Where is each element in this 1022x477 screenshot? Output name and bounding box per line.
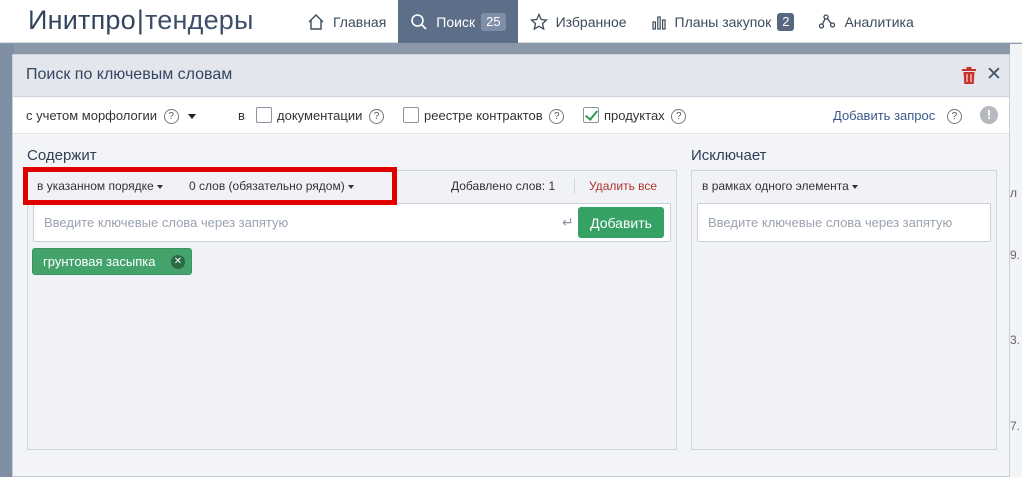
chevron-down-icon xyxy=(156,184,163,189)
distance-mode-label: 0 слов (обязательно рядом) xyxy=(189,179,345,193)
warning-icon[interactable]: ! xyxy=(980,106,998,124)
background-cell: л xyxy=(1010,186,1018,200)
top-navigation-bar: Инитпро|тендеры Главная Поиск 25 Избранн… xyxy=(0,0,1022,43)
contains-keyword-input[interactable] xyxy=(44,204,585,241)
nav-favorites-label: Избранное xyxy=(555,13,627,30)
nav-item-analytics[interactable]: Аналитика xyxy=(806,0,925,43)
add-query-link[interactable]: Добавить запрос xyxy=(833,108,935,123)
enter-icon: ↵ xyxy=(562,214,574,230)
excludes-section-title: Исключает xyxy=(691,147,767,164)
star-icon xyxy=(529,12,548,30)
contains-panel: в указанном порядке 0 слов (обязательно … xyxy=(27,170,677,450)
keyword-tag: грунтовая засыпка ✕ xyxy=(32,248,192,275)
add-keyword-button[interactable]: Добавить xyxy=(578,207,664,238)
logo-part2: тендеры xyxy=(145,5,254,35)
help-icon[interactable]: ? xyxy=(549,109,565,125)
excludes-keyword-input[interactable] xyxy=(708,204,989,241)
added-words-count: Добавлено слов: 1 xyxy=(451,179,556,193)
nav-item-search[interactable]: Поиск 25 xyxy=(398,0,518,43)
remove-tag-icon[interactable]: ✕ xyxy=(171,255,185,269)
nav-home-label: Главная xyxy=(333,13,387,30)
contracts-registry-option: реестре контрактов ? xyxy=(424,108,565,125)
trash-icon[interactable] xyxy=(961,67,977,84)
modal-header: Поиск по ключевым словам ✕ xyxy=(13,55,1009,97)
nav-search-label: Поиск xyxy=(436,13,476,30)
nav-item-favorites[interactable]: Избранное xyxy=(518,0,639,43)
search-options-row: с учетом морфологии ? в документации ? р… xyxy=(13,98,1009,134)
help-icon[interactable]: ? xyxy=(946,109,962,125)
nav-purchase-plans-label: Планы закупок xyxy=(674,13,772,30)
morphology-dropdown[interactable]: с учетом морфологии ? xyxy=(26,108,197,125)
divider xyxy=(574,178,575,194)
analytics-icon xyxy=(819,13,836,29)
home-icon xyxy=(308,13,324,30)
contains-section-title: Содержит xyxy=(27,147,97,164)
documentation-checkbox[interactable] xyxy=(256,107,272,123)
contains-input-box: ↵ Добавить xyxy=(33,203,671,242)
excludes-panel: в рамках одного элемента xyxy=(691,170,997,450)
main-nav: Главная Поиск 25 Избранное Планы закупок… xyxy=(295,0,926,43)
documentation-label[interactable]: документации xyxy=(277,108,362,123)
nav-item-home[interactable]: Главная xyxy=(295,0,398,43)
search-icon xyxy=(411,13,427,30)
order-mode-label: в указанном порядке xyxy=(37,179,154,193)
chevron-down-icon xyxy=(188,114,197,120)
delete-all-link[interactable]: Удалить все xyxy=(589,179,657,193)
logo-separator: | xyxy=(136,5,145,35)
keyword-tag-label: грунтовая засыпка xyxy=(43,254,156,269)
keyword-search-modal: Поиск по ключевым словам ✕ с учетом морф… xyxy=(12,54,1010,477)
excludes-input-box xyxy=(697,203,991,242)
contracts-registry-label[interactable]: реестре контрактов xyxy=(424,108,543,123)
background-cell: 9. xyxy=(1010,248,1021,262)
background-cell: 3. xyxy=(1010,333,1021,347)
nav-analytics-label: Аналитика xyxy=(844,13,914,30)
products-checkbox[interactable] xyxy=(583,107,599,123)
background-cell: 7. xyxy=(1010,419,1021,433)
bar-chart-icon xyxy=(651,15,666,30)
in-label: в xyxy=(238,108,245,123)
logo[interactable]: Инитпро|тендеры xyxy=(28,5,254,36)
products-label[interactable]: продуктах xyxy=(604,108,665,123)
distance-mode-dropdown[interactable]: 0 слов (обязательно рядом) xyxy=(189,179,354,193)
scope-mode-dropdown[interactable]: в рамках одного элемента xyxy=(702,179,858,193)
products-option: продуктах ? xyxy=(604,108,687,125)
documentation-option: документации ? xyxy=(277,108,384,125)
excludes-toolbar: в рамках одного элемента xyxy=(692,171,996,201)
add-query-option: Добавить запрос ? xyxy=(833,108,962,125)
contains-toolbar: в указанном порядке 0 слов (обязательно … xyxy=(28,171,676,201)
scope-mode-label: в рамках одного элемента xyxy=(702,179,849,193)
help-icon[interactable]: ? xyxy=(163,109,179,125)
chevron-down-icon xyxy=(347,184,354,189)
nav-search-badge: 25 xyxy=(481,12,506,31)
close-icon[interactable]: ✕ xyxy=(986,65,1002,85)
morphology-label: с учетом морфологии xyxy=(26,108,158,123)
nav-item-purchase-plans[interactable]: Планы закупок 2 xyxy=(639,0,807,43)
chevron-down-icon xyxy=(851,184,858,189)
modal-title: Поиск по ключевым словам xyxy=(26,66,233,83)
nav-purchase-plans-badge: 2 xyxy=(777,12,795,31)
contracts-registry-checkbox[interactable] xyxy=(403,107,419,123)
logo-part1: Инитпро xyxy=(28,5,136,35)
order-mode-dropdown[interactable]: в указанном порядке xyxy=(37,179,163,193)
help-icon[interactable]: ? xyxy=(671,109,687,125)
help-icon[interactable]: ? xyxy=(368,109,384,125)
